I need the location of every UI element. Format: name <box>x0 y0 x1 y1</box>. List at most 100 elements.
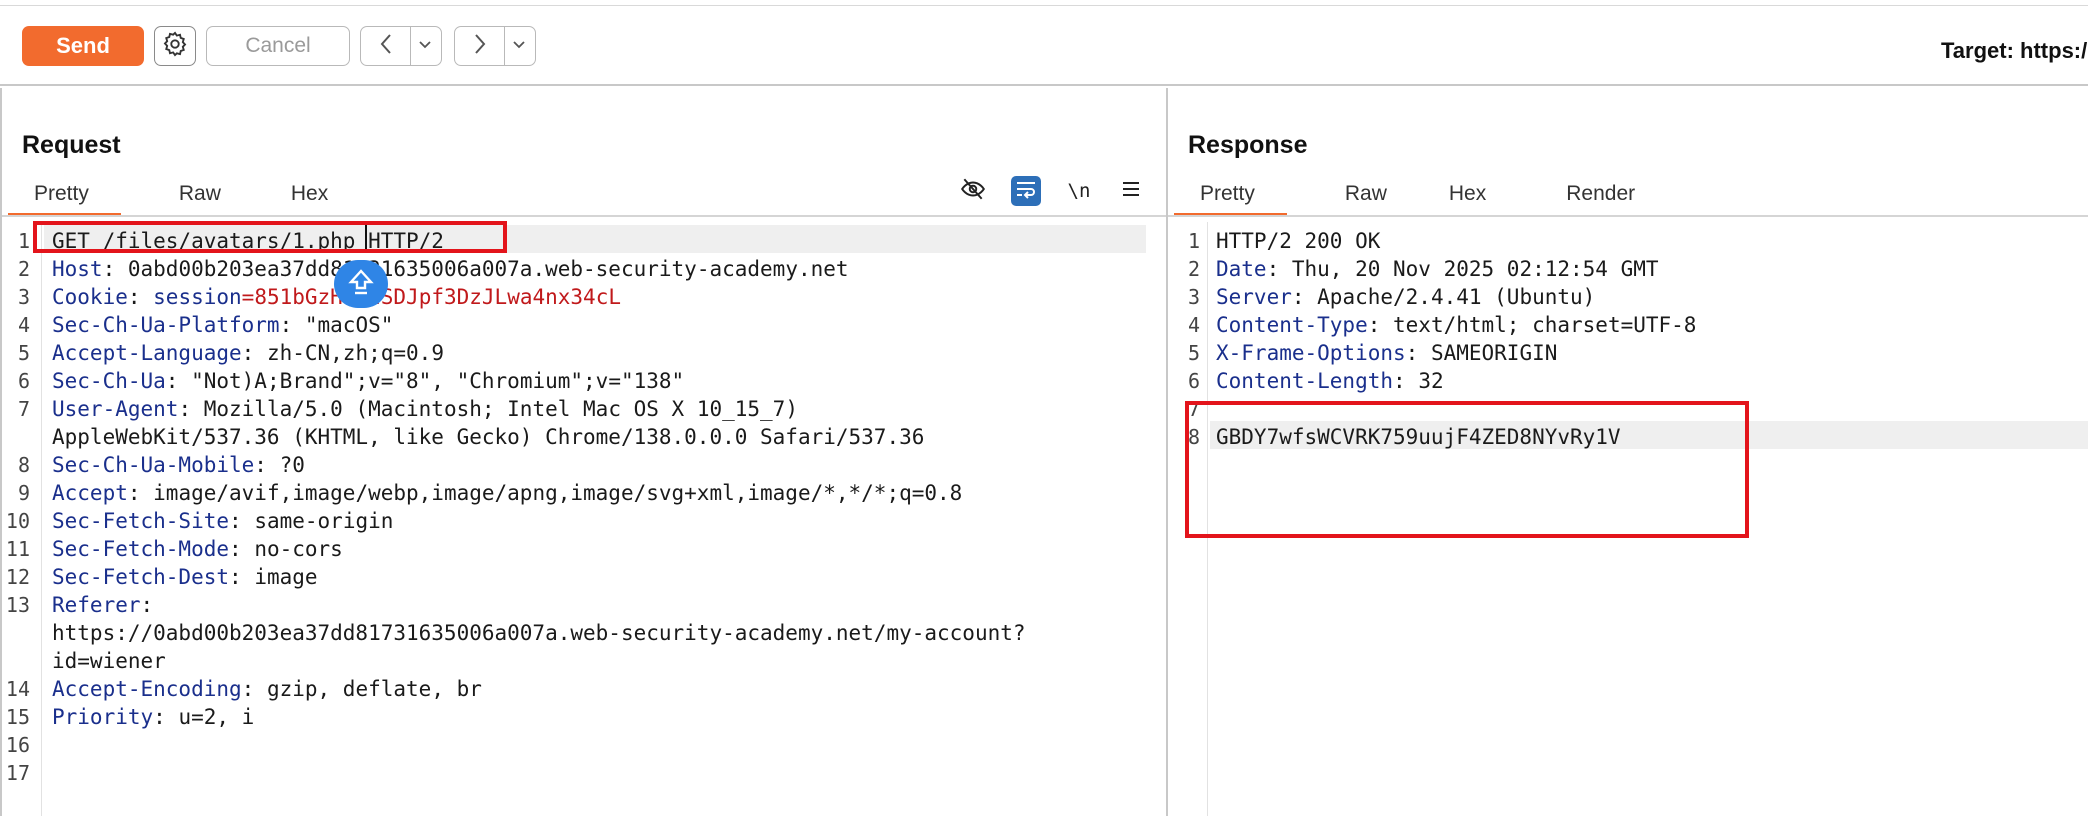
scroll-to-top-button[interactable] <box>334 260 388 308</box>
response-code-line[interactable]: 4 Content-Type: text/html; charset=UTF-8 <box>1168 311 2088 339</box>
header-value: u=2, i <box>178 705 255 729</box>
line-number: 9 <box>17 481 30 505</box>
request-title: Request <box>22 131 121 159</box>
request-code-line[interactable]: 12 Sec-Fetch-Dest: image <box>0 563 1166 591</box>
header-separator: : <box>229 537 255 561</box>
history-forward-dropdown[interactable] <box>505 27 533 65</box>
request-code-line[interactable]: https://0abd00b203ea37dd81731635006a007a… <box>0 619 1166 647</box>
header-separator: : <box>1266 257 1292 281</box>
line-text: AppleWebKit/537.36 (KHTML, like Gecko) C… <box>52 423 924 451</box>
line-text: User-Agent: Mozilla/5.0 (Macintosh; Inte… <box>52 395 798 423</box>
header-value: 32 <box>1418 369 1444 393</box>
response-code-line[interactable]: 6 Content-Length: 32 <box>1168 367 2088 395</box>
history-forward-button[interactable] <box>455 27 505 65</box>
tab-request-pretty[interactable]: Pretty <box>8 178 121 216</box>
request-code-line[interactable]: 17 <box>0 759 1166 787</box>
response-code-line[interactable]: 2 Date: Thu, 20 Nov 2025 02:12:54 GMT <box>1168 255 2088 283</box>
line-number: 12 <box>5 565 30 589</box>
response-code-line[interactable]: 5 X-Frame-Options: SAMEORIGIN <box>1168 339 2088 367</box>
header-name: Accept <box>52 481 128 505</box>
header-separator: : <box>1405 341 1431 365</box>
request-code-line[interactable]: id=wiener <box>0 647 1166 675</box>
response-title: Response <box>1188 131 1308 159</box>
cancel-button[interactable]: Cancel <box>206 26 350 66</box>
request-code-line[interactable]: AppleWebKit/537.36 (KHTML, like Gecko) C… <box>0 423 1166 451</box>
header-name: Accept-Language <box>52 341 242 365</box>
header-name: Sec-Ch-Ua-Mobile <box>52 453 255 477</box>
line-number: 7 <box>17 397 30 421</box>
header-separator: : <box>254 453 280 477</box>
header-name: X-Frame-Options <box>1216 341 1406 365</box>
header-separator: : <box>241 677 267 701</box>
request-code-line[interactable]: 5 Accept-Language: zh-CN,zh;q=0.9 <box>0 339 1166 367</box>
line-text: Server: Apache/2.4.41 (Ubuntu) <box>1216 283 1595 311</box>
chevron-down-icon <box>512 37 526 55</box>
header-separator: : <box>229 565 255 589</box>
line-text: Accept-Language: zh-CN,zh;q=0.9 <box>52 339 444 367</box>
arrow-up-icon <box>348 268 374 301</box>
send-button[interactable]: Send <box>22 26 144 66</box>
header-name: Priority <box>52 705 154 729</box>
cookie-name: session <box>153 285 242 309</box>
request-code-line[interactable]: 8 Sec-Ch-Ua-Mobile: ?0 <box>0 451 1166 479</box>
header-name: Date <box>1216 257 1267 281</box>
response-code-line[interactable]: 1 HTTP/2 200 OK <box>1168 227 2088 255</box>
tab-response-hex[interactable]: Hex <box>1447 178 1488 214</box>
line-text: https://0abd00b203ea37dd81731635006a007a… <box>52 619 1026 647</box>
response-code-line[interactable]: 3 Server: Apache/2.4.41 (Ubuntu) <box>1168 283 2088 311</box>
header-value: zh-CN,zh;q=0.9 <box>266 341 444 365</box>
request-code-line[interactable]: 10 Sec-Fetch-Site: same-origin <box>0 507 1166 535</box>
response-body-highlight-box <box>1185 401 1749 538</box>
settings-button[interactable] <box>154 26 196 66</box>
request-editor[interactable]: 1 GET /files/avatars/1.php HTTP/2 2 Host: 0… <box>0 222 1166 816</box>
wrap-lines-button[interactable] <box>1011 176 1041 206</box>
line-text: Priority: u=2, i <box>52 703 254 731</box>
request-code-line[interactable]: 2 Host: 0abd00b203ea37dd81731635006a007a.… <box>0 255 1166 283</box>
tab-response-raw[interactable]: Raw <box>1343 178 1389 214</box>
repeater-toolbar: Send Cancel Target: https:/ <box>0 6 2088 86</box>
text-caret <box>365 225 367 249</box>
tab-response-pretty[interactable]: Pretty <box>1174 178 1287 216</box>
request-code-line[interactable]: 15 Priority: u=2, i <box>0 703 1166 731</box>
request-code-line[interactable]: 13 Referer: <box>0 591 1166 619</box>
header-value: same-origin <box>254 509 394 533</box>
request-code-line[interactable]: 11 Sec-Fetch-Mode: no-cors <box>0 535 1166 563</box>
header-name: Content-Length <box>1216 369 1394 393</box>
line-text: Sec-Fetch-Site: same-origin <box>52 507 393 535</box>
chevron-left-icon <box>379 33 393 60</box>
line-number: 17 <box>5 761 30 785</box>
editor-menu-button[interactable] <box>1116 176 1146 206</box>
tab-response-render[interactable]: Render <box>1564 178 1637 214</box>
header-separator: : <box>127 285 154 309</box>
line-number: 15 <box>5 705 30 729</box>
request-code-line[interactable]: 3 Cookie: session=851bGzHdUdSDJpf3DzJLwa4… <box>0 283 1166 311</box>
line-number: 1 <box>17 229 30 253</box>
hide-nonprintable-button[interactable] <box>958 176 988 206</box>
header-value: 0abd00b203ea37dd81731635006a007a.web-sec… <box>127 257 849 281</box>
line-number: 16 <box>5 733 30 757</box>
line-text: Content-Length: 32 <box>1216 367 1444 395</box>
header-name: User-Agent <box>52 397 179 421</box>
request-code-line[interactable]: 9 Accept: image/avif,image/webp,image/apn… <box>0 479 1166 507</box>
request-code-line[interactable]: 6 Sec-Ch-Ua: "Not)A;Brand";v="8", "Chromi… <box>0 367 1166 395</box>
header-value: gzip, deflate, br <box>266 677 482 701</box>
header-separator: : <box>241 341 267 365</box>
header-separator: : <box>153 705 179 729</box>
request-line-highlight-box <box>33 221 507 253</box>
history-back-dropdown[interactable] <box>411 27 439 65</box>
header-name: Content-Type <box>1216 313 1368 337</box>
request-code-line[interactable]: 14 Accept-Encoding: gzip, deflate, br <box>0 675 1166 703</box>
header-value: no-cors <box>254 537 343 561</box>
request-code-line[interactable]: 4 Sec-Ch-Ua-Platform: "macOS" <box>0 311 1166 339</box>
show-newlines-button[interactable]: \n <box>1064 176 1094 206</box>
tab-request-hex[interactable]: Hex <box>289 178 330 214</box>
tab-request-raw[interactable]: Raw <box>177 178 223 214</box>
request-code-line[interactable]: 16 <box>0 731 1166 759</box>
line-text: Sec-Fetch-Dest: image <box>52 563 318 591</box>
request-code-line[interactable]: 7 User-Agent: Mozilla/5.0 (Macintosh; Int… <box>0 395 1166 423</box>
target-label[interactable]: Target: https:/ <box>1941 38 2087 64</box>
line-number: 11 <box>5 537 30 561</box>
eye-off-icon <box>960 176 986 207</box>
line-number: 2 <box>1187 257 1200 281</box>
history-back-button[interactable] <box>361 27 411 65</box>
